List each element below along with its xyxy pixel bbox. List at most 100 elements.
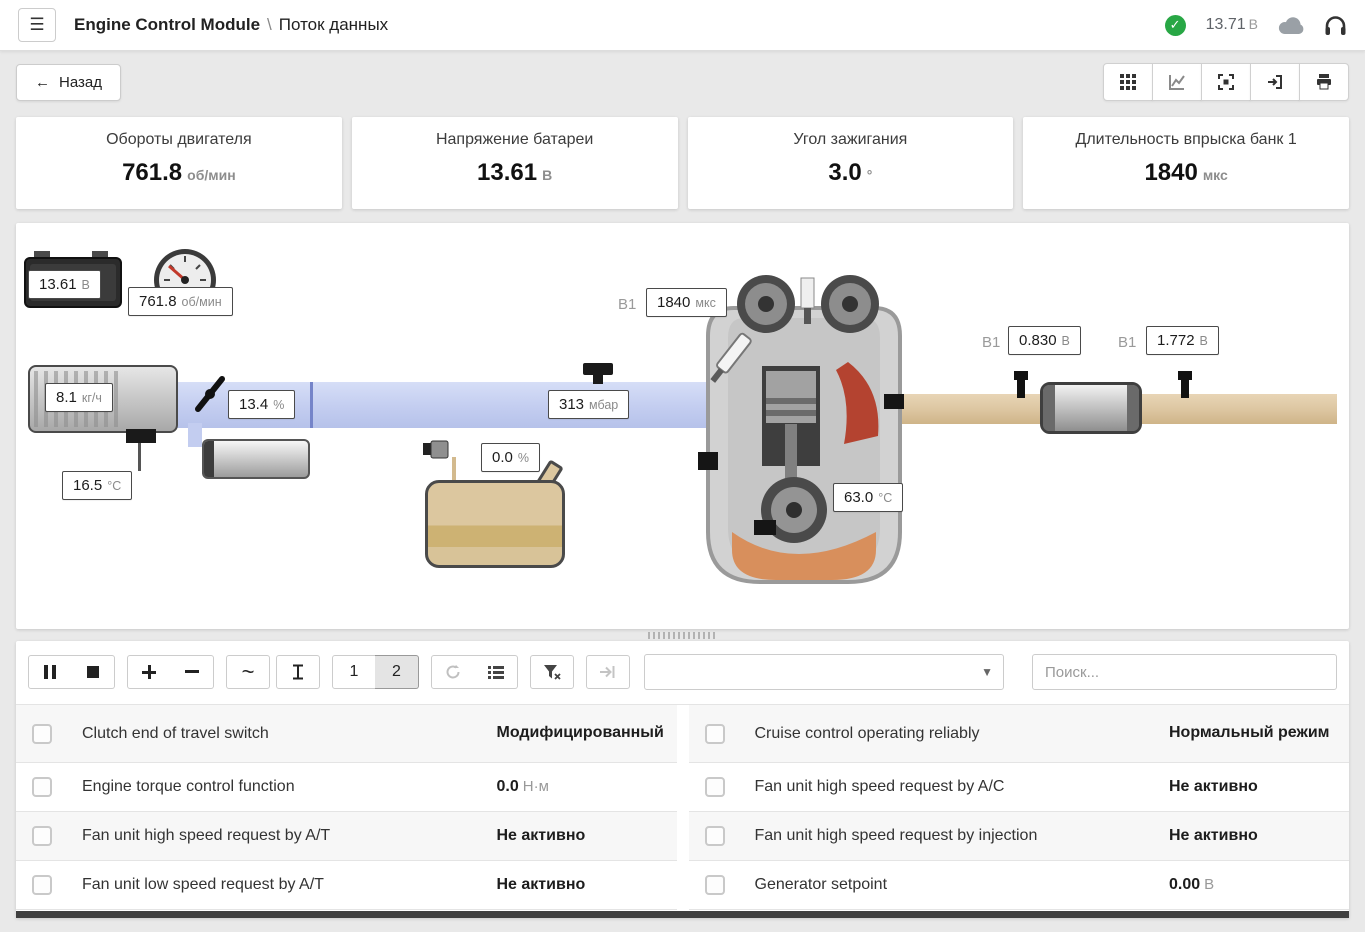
rpm-label: 761.8об/мин xyxy=(128,287,233,316)
fit-screen-button[interactable] xyxy=(1201,63,1251,101)
unit: мбар xyxy=(589,398,618,412)
pipe-joint xyxy=(310,382,313,428)
search-input[interactable] xyxy=(1032,654,1337,690)
list-button[interactable] xyxy=(474,655,518,689)
table-left-column: Clutch end of travel switch Модифицирова… xyxy=(16,705,677,910)
table-row[interactable]: Generator setpoint 0.00В xyxy=(689,861,1350,910)
fit-height-button[interactable] xyxy=(276,655,320,689)
unit: В xyxy=(82,278,90,292)
param-value: 0.0 xyxy=(497,778,519,795)
table-row[interactable]: Cruise control operating reliably Нормал… xyxy=(689,705,1350,763)
param-name: Generator setpoint xyxy=(755,876,1170,894)
import-icon xyxy=(1266,73,1284,91)
value: 13.61 xyxy=(39,276,77,293)
hamburger-icon: ☰ xyxy=(29,15,44,35)
param-name: Fan unit high speed request by A/T xyxy=(82,827,497,845)
unit: % xyxy=(518,451,529,465)
stop-button[interactable] xyxy=(71,655,115,689)
engine-diagram-panel: 13.61В 761.8об/мин 8.1кг/ч 16.5°C 13.4% … xyxy=(16,223,1349,629)
value: 1840 xyxy=(657,294,690,311)
value: 13.4 xyxy=(239,396,268,413)
value: 313 xyxy=(559,396,584,413)
value: 63.0 xyxy=(844,489,873,506)
catalytic-converter-icon xyxy=(1040,382,1142,434)
row-checkbox[interactable] xyxy=(705,724,725,744)
throttle-label: 13.4% xyxy=(228,390,295,419)
row-checkbox[interactable] xyxy=(32,875,52,895)
battery-voltage-value: 13.71 xyxy=(1206,16,1246,33)
o2-upstream-label: 0.830В xyxy=(1008,326,1081,355)
page-2-label: 2 xyxy=(392,663,401,681)
clear-filter-button[interactable] xyxy=(530,655,574,689)
card-engine-rpm: Обороты двигателя 761.8об/мин xyxy=(16,117,342,209)
row-checkbox[interactable] xyxy=(32,777,52,797)
remove-button[interactable] xyxy=(170,655,214,689)
plus-icon xyxy=(142,665,156,679)
injection-duration-label: 1840 мкс xyxy=(646,288,727,317)
intake-air-temp-label: 16.5°C xyxy=(62,471,132,500)
card-title: Обороты двигателя xyxy=(24,131,334,149)
minus-icon xyxy=(185,670,199,674)
card-ignition-angle: Угол зажигания 3.0° xyxy=(688,117,1014,209)
parameter-group-select[interactable]: ▼ xyxy=(644,654,1004,690)
panel-splitter[interactable] xyxy=(0,629,1365,641)
manifold-pressure-label: 313 мбар xyxy=(548,390,629,419)
row-checkbox[interactable] xyxy=(32,826,52,846)
list-icon xyxy=(488,665,504,679)
page-1-button[interactable]: 1 xyxy=(332,655,376,689)
table-row[interactable]: Fan unit low speed request by A/T Не акт… xyxy=(16,861,677,910)
tab-arrow-icon xyxy=(600,665,616,679)
unit: мкс xyxy=(695,296,715,310)
param-value: Не активно xyxy=(497,827,586,844)
refresh-button[interactable] xyxy=(431,655,475,689)
menu-button[interactable]: ☰ xyxy=(18,8,56,42)
metric-cards: Обороты двигателя 761.8об/мин Напряжение… xyxy=(0,117,1365,209)
table-row[interactable]: Engine torque control function 0.0Н·м xyxy=(16,763,677,812)
purge-valve-icon xyxy=(421,437,451,463)
pause-icon xyxy=(44,665,56,679)
table-row[interactable]: Fan unit high speed request by A/T Не ак… xyxy=(16,812,677,861)
table-column-gap xyxy=(677,705,689,910)
param-name: Fan unit high speed request by injection xyxy=(755,827,1170,845)
fuel-tank-icon xyxy=(425,480,565,568)
row-checkbox[interactable] xyxy=(705,777,725,797)
param-name: Fan unit low speed request by A/T xyxy=(82,876,497,894)
import-button[interactable] xyxy=(1250,63,1300,101)
add-button[interactable] xyxy=(127,655,171,689)
refresh-icon xyxy=(445,664,461,680)
table-row[interactable]: Fan unit high speed request by injection… xyxy=(689,812,1350,861)
value: 1.772 xyxy=(1157,332,1195,349)
chart-view-button[interactable] xyxy=(1152,63,1202,101)
maf-sensor-icon xyxy=(126,429,156,443)
goto-end-button[interactable] xyxy=(586,655,630,689)
breadcrumb-separator: \ xyxy=(267,15,272,34)
unit: В xyxy=(1200,334,1208,348)
back-button[interactable]: ← Назад xyxy=(16,64,121,101)
print-button[interactable] xyxy=(1299,63,1349,101)
param-value: Не активно xyxy=(497,876,586,893)
card-unit: об/мин xyxy=(187,167,236,183)
signal-button[interactable]: ~ xyxy=(226,655,270,689)
unit: °C xyxy=(878,491,892,505)
next-row-edge xyxy=(16,911,1349,918)
o2-downstream-bank: B1 xyxy=(1118,334,1136,351)
page-2-button[interactable]: 2 xyxy=(375,655,419,689)
intake-branch-pipe xyxy=(188,423,202,447)
row-checkbox[interactable] xyxy=(32,724,52,744)
injection-bank: B1 xyxy=(618,296,636,313)
grid-view-button[interactable] xyxy=(1103,63,1153,101)
module-name: Engine Control Module xyxy=(74,15,260,34)
row-checkbox[interactable] xyxy=(705,826,725,846)
map-sensor-icon xyxy=(581,361,615,385)
card-unit: мкс xyxy=(1203,167,1228,183)
card-title: Длительность впрыска банк 1 xyxy=(1031,131,1341,149)
table-row[interactable]: Fan unit high speed request by A/C Не ак… xyxy=(689,763,1350,812)
headphones-icon[interactable] xyxy=(1324,15,1347,36)
cloud-sync-icon[interactable] xyxy=(1278,16,1304,35)
row-checkbox[interactable] xyxy=(705,875,725,895)
param-name: Clutch end of travel switch xyxy=(82,725,497,743)
card-battery-voltage: Напряжение батареи 13.61В xyxy=(352,117,678,209)
table-row[interactable]: Clutch end of travel switch Модифицирова… xyxy=(16,705,677,763)
value: 761.8 xyxy=(139,293,177,310)
pause-button[interactable] xyxy=(28,655,72,689)
